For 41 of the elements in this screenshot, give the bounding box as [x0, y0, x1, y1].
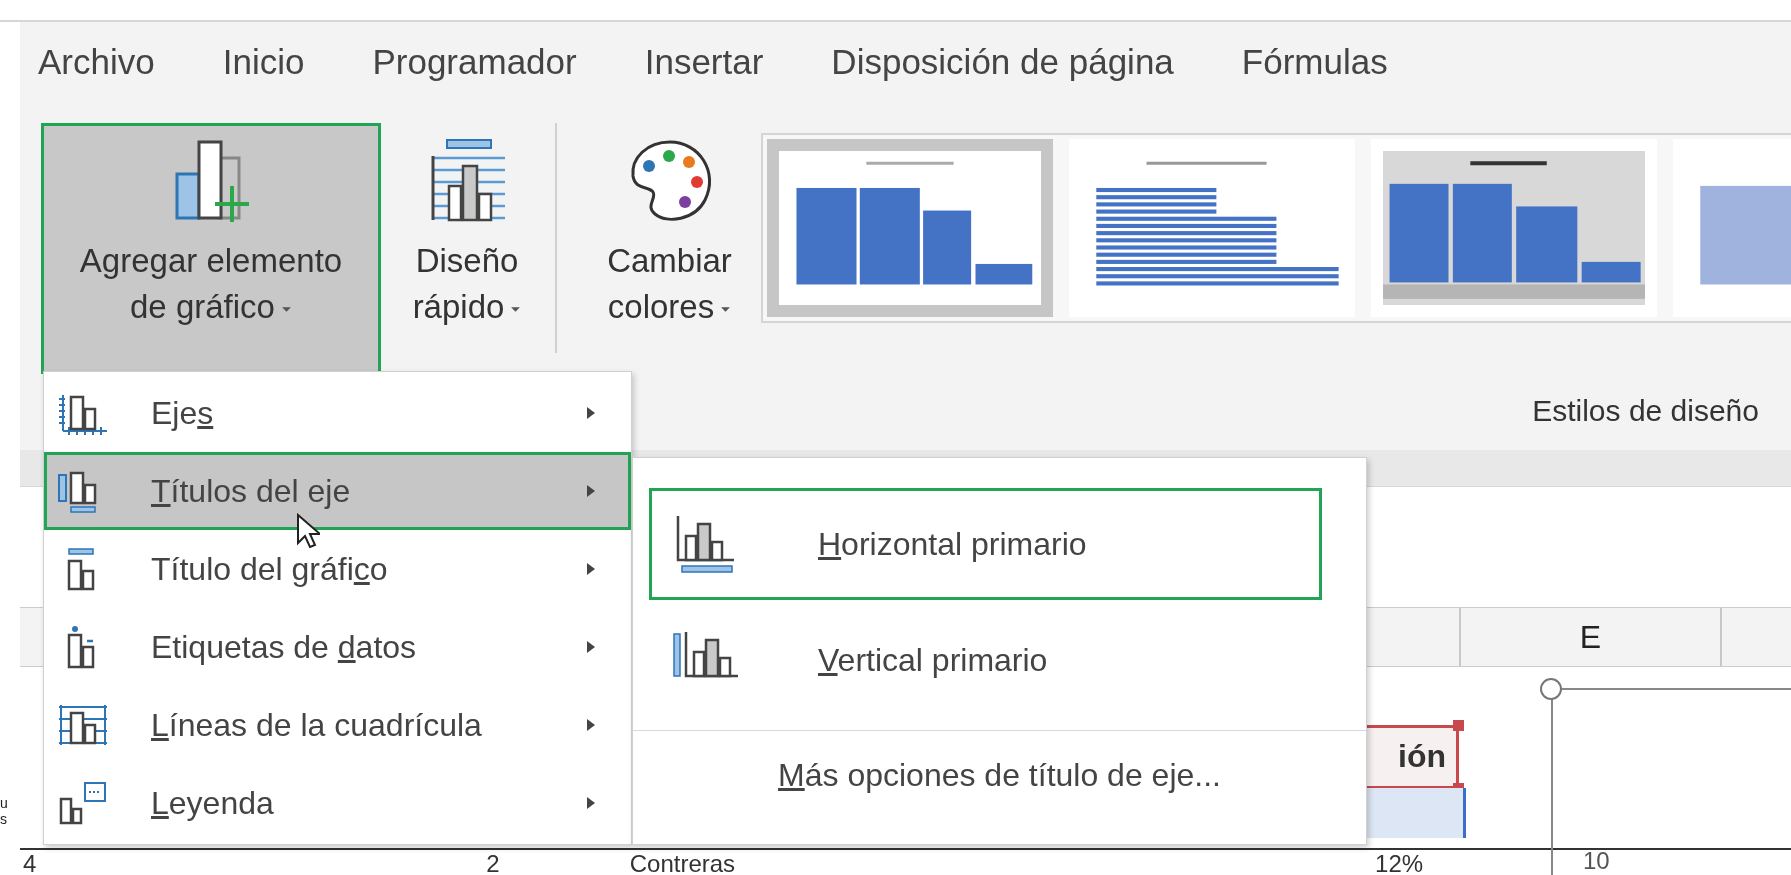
- row-number: 4: [23, 851, 37, 875]
- ribbon-tab[interactable]: Archivo: [32, 34, 161, 90]
- chart-style-option[interactable]: [767, 139, 1053, 317]
- menu-item[interactable]: Ejes: [44, 374, 631, 452]
- submenu-arrow-icon: [586, 796, 596, 810]
- ribbon-tab[interactable]: Fórmulas: [1235, 34, 1394, 90]
- ribbon-dropdown-button[interactable]: Agregar elemento de gráfico: [41, 123, 381, 374]
- table-cell: Contreras: [629, 851, 736, 875]
- ribbon-tab[interactable]: Programador: [366, 34, 583, 90]
- menu-item[interactable]: Horizontal primario: [649, 488, 1322, 600]
- ribbon-dropdown-button[interactable]: Diseño rápido: [381, 123, 553, 374]
- text-fragment: u: [0, 795, 8, 811]
- ribbon-tab[interactable]: Insertar: [638, 34, 770, 90]
- ribbon-dropdown-button[interactable]: Cambiar colores: [587, 123, 752, 374]
- caret-icon: [510, 305, 522, 313]
- ribbon-tab[interactable]: Inicio: [216, 34, 311, 90]
- table-cell: 2: [486, 851, 500, 875]
- chart-style-option[interactable]: [1371, 139, 1657, 317]
- submenu-arrow-icon: [586, 640, 596, 654]
- axis-label: 10: [1583, 847, 1610, 875]
- column-header: E: [1459, 608, 1722, 666]
- submenu-arrow-icon: [586, 484, 596, 498]
- table-cell: 12%: [1375, 851, 1424, 875]
- submenu-arrow-icon: [586, 718, 596, 732]
- menu-item[interactable]: Líneas de la cuadrícula: [44, 686, 631, 764]
- chart-style-option[interactable]: [1069, 139, 1355, 317]
- chart-element-icon: [57, 703, 109, 747]
- caret-icon: [720, 305, 732, 313]
- ribbon-tab[interactable]: Disposición de página: [825, 34, 1180, 90]
- text-fragment: s: [0, 811, 7, 827]
- resize-handle[interactable]: [1540, 678, 1562, 700]
- submenu-arrow-icon: [586, 406, 596, 420]
- menu-item[interactable]: Etiquetas de datos: [44, 608, 631, 686]
- group-label: Estilos de diseño: [1532, 394, 1759, 428]
- menu-item[interactable]: Título del gráfico: [44, 530, 631, 608]
- menu-item[interactable]: Títulos del eje: [44, 452, 631, 530]
- menu-item[interactable]: Leyenda: [44, 764, 631, 842]
- mouse-cursor-icon: [296, 513, 320, 549]
- caret-icon: [280, 305, 292, 313]
- chart-element-icon: [57, 781, 109, 825]
- submenu-arrow-icon: [586, 562, 596, 576]
